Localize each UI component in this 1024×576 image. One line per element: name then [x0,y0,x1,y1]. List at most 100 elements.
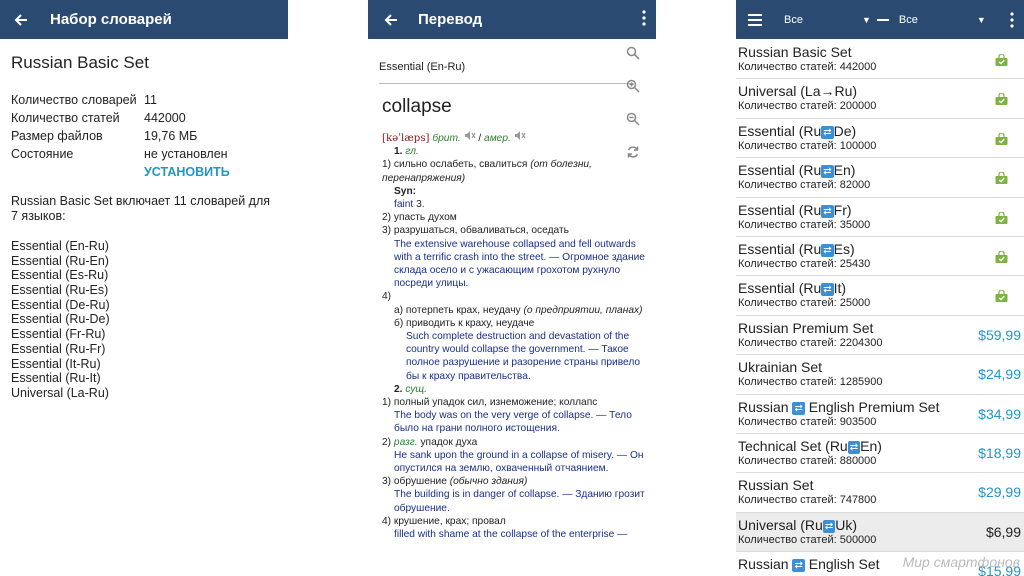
meaning-text: 1) сильно ослабеть, свалиться [382,159,528,171]
swap-direction-icon[interactable] [626,145,648,178]
purchased-bag-icon [995,92,1008,106]
dictionary-set-item[interactable]: Russian Premium Set Количество статей: 22… [736,316,1024,356]
price-label[interactable]: $59,99 [978,327,1021,343]
meaning: 3) обрушение (обычно здания) [382,476,528,488]
meaning: 1) полный упадок сил, изнеможение; колла… [382,397,598,409]
dictionary-set-panel: Набор словарей Russian Basic Set Количес… [0,0,288,576]
dictionary-set-item[interactable]: Universal (Ru ⇄ Uk) Количество статей: 5000… [736,512,1024,553]
dictionary-set-item[interactable]: Russian Basic Set Количество статей: 4420… [736,40,1024,80]
dictionary-set-item[interactable]: Essential (Ru ⇄ Fr) Количество статей: 3500… [736,198,1024,237]
purchased-bag-icon [995,132,1008,145]
article-count: Количество статей: 100000 [738,139,877,152]
dictionary-list: Essential (En-Ru) Essential (Ru-En) Essent… [11,239,288,401]
bidirectional-arrow-icon: ⇄ [821,204,834,218]
set-name: Essential (Ru ⇄ It) [738,280,847,297]
dictionary-set-item[interactable]: Universal (La→Ru) Количество статей: 2000… [736,79,1024,119]
more-vert-icon[interactable] [1010,12,1014,28]
screen-title: Перевод [418,11,483,28]
pos-header: 2. сущ. [394,383,427,395]
info-value: 11 [144,93,157,107]
price-label[interactable]: $24,99 [978,366,1021,382]
price-label[interactable]: $6,99 [986,524,1021,540]
zoom-in-icon[interactable] [626,79,648,112]
info-label: Размер файлов [11,129,103,143]
back-arrow-icon[interactable] [10,12,32,28]
bidirectional-arrow-icon: ⇄ [821,165,834,179]
syn-label: Syn: [394,185,417,197]
sub-meaning: б) приводить к краху, неудаче [394,317,535,329]
meaning: 3) разрушаться, обваливаться, оседать [382,225,569,237]
side-toolbar [626,46,648,178]
pos-label: гл. [405,146,419,158]
purchased-bag-icon [995,171,1008,185]
dictionary-set-item[interactable]: Essential (Ru ⇄ Es) Количество статей: 2543… [736,237,1024,277]
article-count: Количество статей: 25430 [738,257,871,270]
dictionary-list-item: Essential (En-Ru) [11,239,109,253]
zoom-out-icon[interactable] [626,112,648,145]
pos-header: 1. гл. [382,145,648,158]
language-filter-from[interactable]: Все ▼ [784,14,871,26]
example: The extensive warehouse collapsed and fe… [394,238,645,290]
meaning: 4) крушение, крах; провал [382,515,506,527]
dictionary-set-item[interactable]: Essential (Ru ⇄ En) Количество статей: 8200… [736,158,1024,198]
meaning: 4) [382,291,392,303]
info-row: Количество статей 442000 [11,109,288,127]
article-count: Количество статей: 200000 [738,100,877,113]
example: He sank upon the ground in a collapse of… [394,449,644,475]
set-name: Essential (Ru ⇄ De) [738,122,857,139]
syn-link[interactable]: faint 3. [382,198,648,211]
price-label[interactable]: $34,99 [978,406,1021,422]
language-filter-to[interactable]: Все ▼ [899,14,986,26]
translation-panel: Перевод Essential (En-Ru) collapse [kəˈl… [368,0,656,576]
install-button[interactable]: УСТАНОВИТЬ [144,163,288,181]
set-title: Russian Basic Set [11,53,149,72]
pos-number: 1. [394,146,403,158]
info-row: Количество словарей 11 [11,91,288,109]
dictionary-set-item[interactable]: Ukrainian Set Количество статей: 1285900 $… [736,355,1024,395]
info-value: не установлен [144,147,228,161]
store-panel: Все ▼ Все ▼ Russian Basic Set Количество ст… [736,0,1024,576]
sound-off-icon[interactable] [514,131,526,144]
set-name: Russian Basic Set [738,44,852,60]
hamburger-menu-icon[interactable] [748,13,762,26]
dictionary-list-item: Essential (Ru-En) [11,253,109,268]
price-label[interactable]: $29,99 [978,484,1021,500]
dictionary-list-item: Essential (Ru-De) [11,312,110,327]
dictionary-set-item[interactable]: Essential (Ru ⇄ De) Количество статей: 1000… [736,119,1024,159]
dictionary-set-item[interactable]: Russian Set Количество статей: 747800 $29,… [736,473,1024,513]
dictionary-set-item[interactable]: Russian ⇄ English Premium Set Количество … [736,395,1024,434]
amer-label: амер. [484,133,511,144]
dictionary-set-item[interactable]: Essential (Ru ⇄ It) Количество статей: 2500… [736,276,1024,316]
info-label: Количество словарей [11,93,137,107]
info-label: Состояние [11,147,74,161]
back-arrow-icon[interactable] [380,12,402,28]
dictionary-set-list: Russian Basic Set Количество статей: 4420… [736,40,1024,576]
price-label[interactable]: $18,99 [978,445,1021,461]
pronunciation-line: [kəˈlæps] брит. / амер. [382,130,648,145]
headword: collapse [382,96,452,117]
app-bar: Все ▼ Все ▼ [736,0,1024,39]
dictionary-list-item: Essential (Fr-Ru) [11,327,106,342]
dictionary-list-item: Essential (Ru-It) [11,371,101,386]
dictionary-list-item: Universal (La-Ru) [11,385,109,400]
set-name: Universal (La→Ru) [738,83,858,100]
bidirectional-arrow-icon: ⇄ [792,401,805,415]
set-name: Essential (Ru ⇄ En) [738,162,856,179]
example: filled with shame at the collapse of the… [394,529,628,541]
dictionary-entry: [kəˈlæps] брит. / амер. 1. гл. 1) сильно… [382,130,648,541]
transcription: [kəˈlæps] [382,133,430,144]
bidirectional-arrow-icon: ⇄ [821,243,834,257]
article-count: Количество статей: 442000 [738,61,877,73]
dictionary-list-item: Essential (It-Ru) [11,356,101,371]
more-vert-icon[interactable] [642,10,646,26]
set-name: Essential (Ru ⇄ Es) [738,240,855,257]
purchased-bag-icon [995,289,1008,303]
bidirectional-arrow-icon: ⇄ [821,125,834,139]
dictionary-set-item[interactable]: Technical Set (Ru ⇄ En) Количество статей: … [736,434,1024,474]
example: The building is in danger of collapse. —… [394,489,645,514]
dictionary-list-item: Essential (Ru-Fr) [11,341,106,356]
search-icon[interactable] [626,46,648,79]
purchased-bag-icon [995,53,1008,66]
sound-off-icon[interactable] [464,131,476,144]
bidirectional-arrow-icon: ⇄ [821,283,834,297]
